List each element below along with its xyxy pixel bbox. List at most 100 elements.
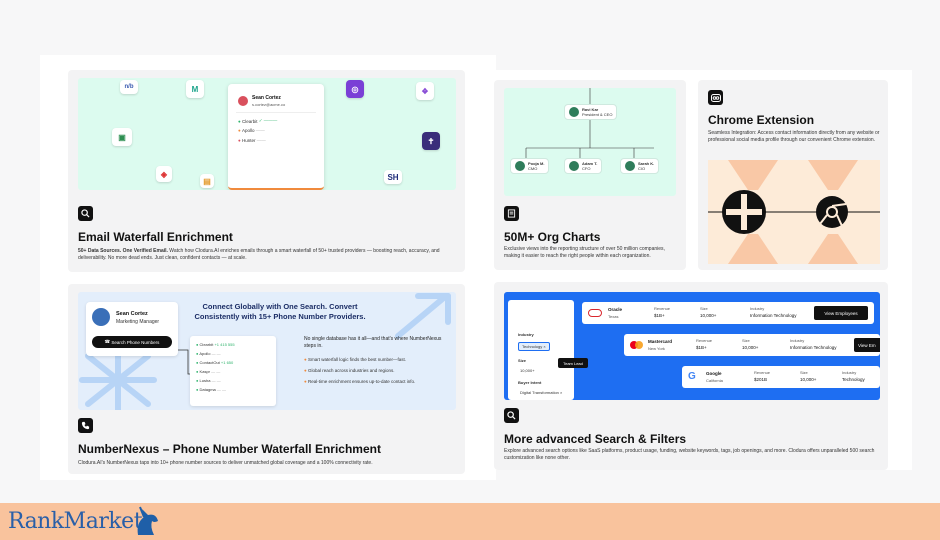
purple-logo-icon: ◎	[346, 80, 364, 98]
email-waterfall-card[interactable]: Sean Cortez s.cortez@acme.co ● Clearbit …	[68, 70, 465, 272]
view-employees-button[interactable]: View Em	[854, 338, 880, 352]
org-charts-card[interactable]: Ravi Kar President & CEO Pooja M. CMO Adam…	[494, 80, 686, 270]
company-industry: Information Technology	[790, 345, 837, 350]
phone-intro: No single database has it all—and that's…	[304, 336, 442, 349]
company-revenue: $1B+	[696, 345, 707, 350]
col-label: Size	[800, 370, 808, 375]
provider-row: ● Clearbit +1 415 555	[196, 342, 235, 347]
profile-name: Sean Cortez	[252, 95, 281, 101]
filter-label: Buyer Intent	[518, 380, 542, 385]
company-name: Google	[706, 371, 722, 376]
provider-row: ● Apollo ——	[238, 128, 265, 133]
company-row[interactable]: G Google California Revenue $201B Size 1…	[682, 366, 880, 388]
view-employees-button[interactable]: View Employees	[814, 306, 868, 320]
advanced-search-card[interactable]: Industry Technology × Size 10,000+ Buyer…	[494, 282, 888, 470]
col-label: Size	[700, 306, 708, 311]
company-loc: New York	[648, 346, 665, 351]
avatar	[92, 308, 110, 326]
col-label: Industry	[790, 338, 805, 343]
robot-logo-icon: ▣	[112, 128, 132, 146]
company-size: 10,000+	[800, 377, 817, 382]
company-loc: California	[706, 378, 723, 383]
col-label: Size	[742, 338, 750, 343]
search-card-title: More advanced Search & Filters	[504, 432, 687, 446]
company-row[interactable]: Mastercard New York Revenue $1B+ Size 10…	[624, 334, 880, 356]
org-chart-icon	[504, 206, 519, 221]
org-illustration: Ravi Kar President & CEO Pooja M. CMO Adam…	[504, 88, 676, 196]
unicorn-logo-icon	[137, 506, 158, 535]
provider-row: ● Clearbit ✓ ———	[238, 118, 278, 124]
col-label: Industry	[842, 370, 857, 375]
filter-label: Industry	[518, 332, 534, 337]
col-label: Revenue	[696, 338, 713, 343]
provider-row: ● Hunter ——	[238, 138, 266, 143]
company-name: Oracle	[608, 307, 623, 312]
filter-label: Size	[518, 358, 527, 363]
org-node: Sarah K. CIO	[620, 158, 660, 174]
chrome-card-desc: Seamless Integration: Access contact inf…	[708, 130, 880, 144]
company-row[interactable]: Oracle Texas Revenue $1B+ Size 10,000+ I…	[582, 302, 874, 324]
company-size: 10,000+	[700, 313, 717, 318]
profile-name: Sean Cortez	[116, 311, 148, 317]
company-industry: Information Technology	[750, 313, 797, 318]
intent-value[interactable]: Digital Transformation ×	[520, 390, 562, 395]
chrome-illustration	[708, 160, 880, 264]
divider	[236, 112, 316, 113]
provider-row: ● Apollo — —	[196, 351, 221, 356]
tooltip: Team Lead	[558, 358, 588, 368]
company-industry: Technology	[842, 377, 865, 382]
company-size: 10,000+	[742, 345, 759, 350]
col-label: Revenue	[754, 370, 771, 375]
provider-row: ● Kaspr — —	[196, 369, 221, 374]
m-logo-icon: M	[186, 80, 204, 98]
cross-logo-icon: ✝	[422, 132, 440, 150]
search-card-desc: Explore advanced search options like Saa…	[504, 448, 875, 462]
company-name: Mastercard	[648, 339, 673, 344]
filter-tag[interactable]: Technology ×	[518, 342, 550, 351]
chrome-extension-card[interactable]: Chrome Extension Seamless Integration: A…	[698, 80, 888, 270]
footer-bar: RankMarket	[0, 503, 940, 540]
phone-headline: Connect Globally with One Search. Conver…	[194, 302, 366, 321]
profile-role: Marketing Manager	[116, 319, 160, 325]
oracle-logo-icon	[588, 309, 602, 317]
provider-list: ● Clearbit +1 415 555 ● Apollo — — ● Con…	[190, 336, 276, 406]
org-node: Adam T. CFO	[564, 158, 603, 174]
org-card-title: 50M+ Org Charts	[504, 230, 601, 244]
phone-illustration: Sean Cortez Marketing Manager ☎ Search P…	[78, 292, 456, 410]
search-illustration: Industry Technology × Size 10,000+ Buyer…	[504, 292, 880, 400]
bullet-item: ● Global reach across industries and reg…	[304, 368, 395, 373]
org-node-top: Ravi Kar President & CEO	[564, 104, 618, 120]
extension-icon	[708, 90, 723, 105]
org-card-desc: Exclusive views into the reporting struc…	[504, 246, 665, 260]
prism-logo-icon: ❖	[416, 82, 434, 100]
filter-panel: Industry Technology × Size 10,000+ Buyer…	[508, 300, 574, 400]
provider-row: ● Datagma — —	[196, 387, 227, 392]
org-node: Pooja M. CMO	[510, 158, 550, 174]
bullet-item: ● Real-time enrichment ensures up-to-dat…	[304, 379, 416, 384]
chrome-card-title: Chrome Extension	[708, 113, 815, 127]
nb-logo-icon: n/b	[120, 80, 138, 94]
provider-row: ● Lusha — —	[196, 378, 221, 383]
phone-bullets: ● Smart waterfall logic finds the best n…	[304, 354, 450, 387]
google-logo-icon: G	[688, 371, 696, 382]
provider-row: ● ContactOut +1 650	[196, 360, 234, 365]
numbernexus-card[interactable]: Sean Cortez Marketing Manager ☎ Search P…	[68, 284, 465, 474]
company-revenue: $201B	[754, 377, 768, 382]
search-icon	[78, 206, 93, 221]
bullet-item: ● Smart waterfall logic finds the best n…	[304, 357, 407, 362]
email-card-desc: 50+ Data Sources. One Verified Email. Wa…	[78, 248, 440, 262]
search-icon	[504, 408, 519, 423]
size-value[interactable]: 10,000+	[520, 368, 535, 373]
company-revenue: $1B+	[654, 313, 665, 318]
email-card-title: Email Waterfall Enrichment	[78, 230, 233, 244]
brand-logo[interactable]: RankMarket	[8, 509, 143, 534]
mastercard-logo-icon-b	[635, 341, 643, 349]
red-logo-icon: ◈	[156, 166, 172, 182]
sh-logo-icon: SH	[384, 170, 402, 184]
email-illustration: Sean Cortez s.cortez@acme.co ● Clearbit …	[78, 78, 456, 190]
profile-card: Sean Cortez s.cortez@acme.co ● Clearbit …	[228, 84, 324, 190]
search-phone-numbers-button[interactable]: ☎ Search Phone Numbers	[92, 336, 172, 348]
profile-card: Sean Cortez Marketing Manager ☎ Search P…	[86, 302, 178, 356]
stack-logo-icon: ▤	[200, 174, 214, 188]
brand-name: RankMarket	[8, 509, 143, 534]
